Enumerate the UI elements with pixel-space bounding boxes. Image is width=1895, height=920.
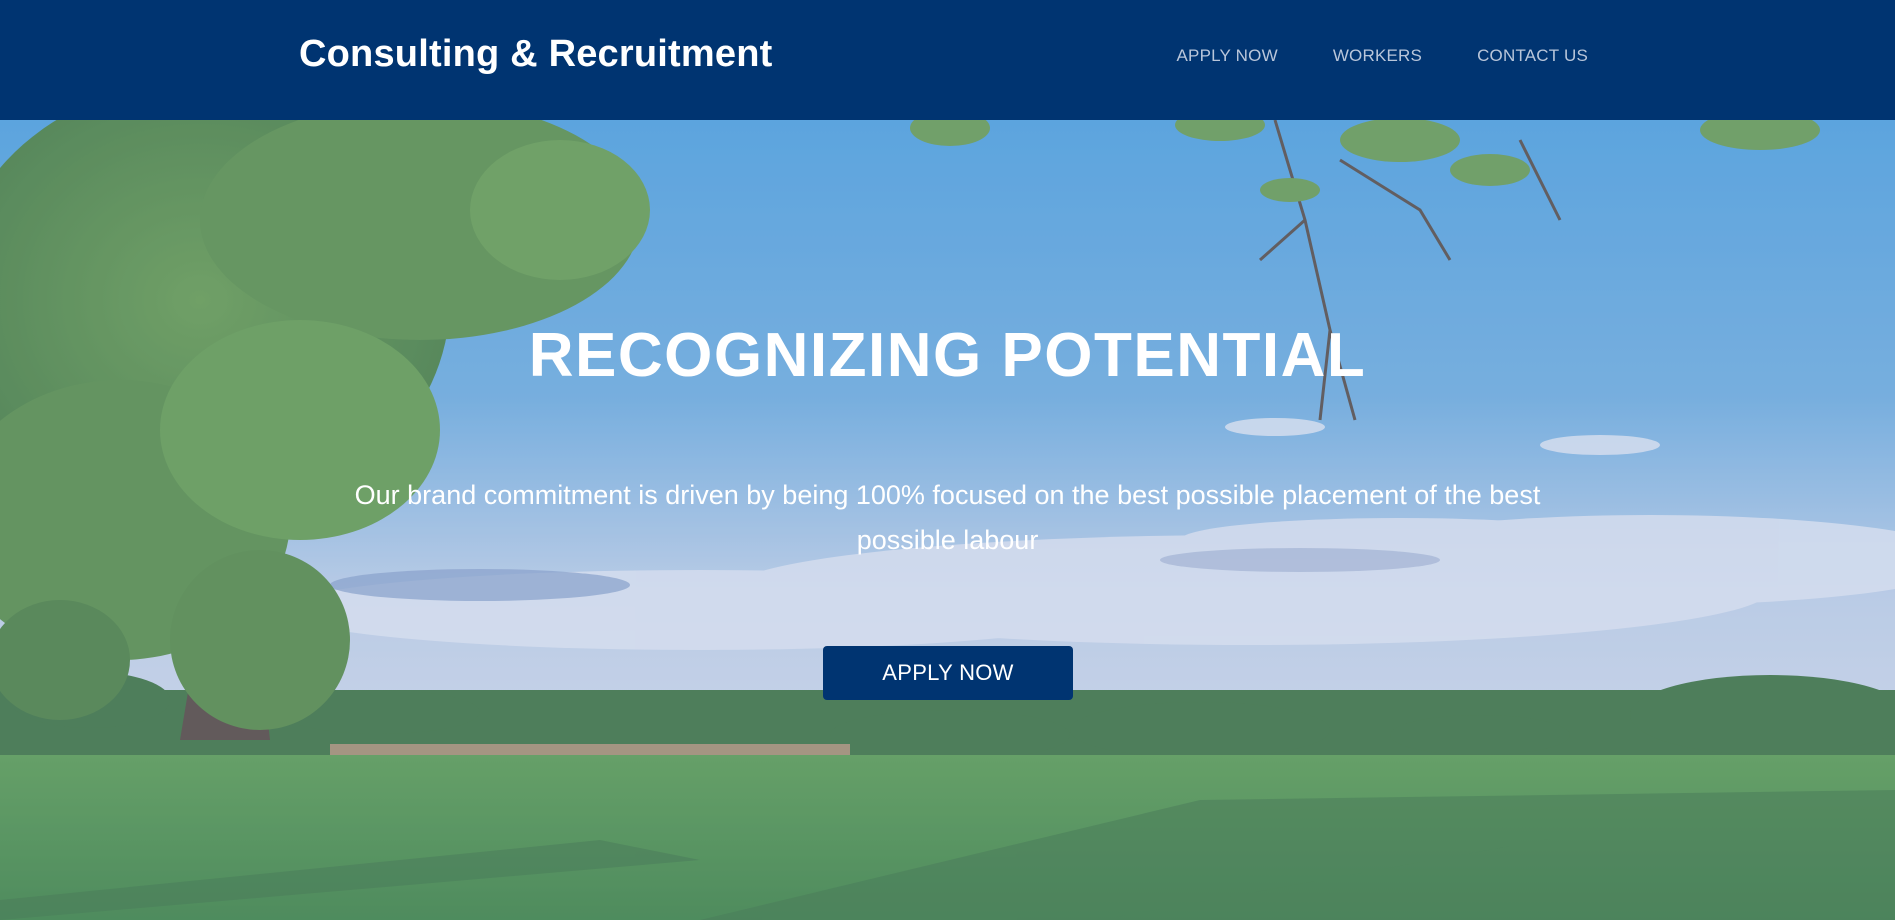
site-header: Consulting & Recruitment APPLY NOW WORKE… <box>0 0 1895 120</box>
nav-link-workers[interactable]: WORKERS <box>1333 46 1422 66</box>
apply-now-button[interactable]: APPLY NOW <box>823 646 1073 700</box>
nav-link-apply-now[interactable]: APPLY NOW <box>1177 46 1278 66</box>
nav-link-contact-us[interactable]: CONTACT US <box>1477 46 1588 66</box>
hero-headline: RECOGNIZING POTENTIAL <box>528 321 1367 390</box>
hero-tagline: Our brand commitment is driven by being … <box>354 480 1541 555</box>
hero-section: RECOGNIZING POTENTIAL Our brand commitme… <box>0 120 1895 920</box>
brand-logo-text[interactable]: Consulting & Recruitment <box>299 33 772 76</box>
landing-page: Consulting & Recruitment APPLY NOW WORKE… <box>0 0 1895 920</box>
main-nav: APPLY NOW WORKERS CONTACT US <box>1177 46 1589 66</box>
